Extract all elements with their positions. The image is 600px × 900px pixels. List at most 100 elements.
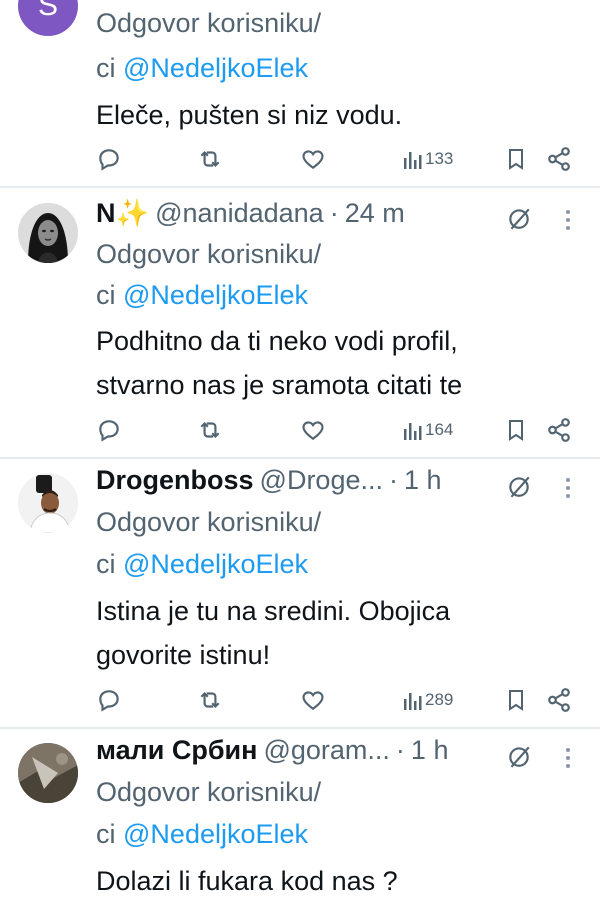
more-icon[interactable] [558, 207, 578, 233]
share-button[interactable] [546, 144, 572, 174]
more-icon[interactable] [558, 475, 578, 501]
heart-icon [302, 150, 324, 169]
reply-icon [99, 420, 119, 442]
bookmark-icon [509, 420, 523, 441]
tweet-2[interactable]: N✨ @nanidadana · 24 m Odgovor korisniku/… [0, 197, 600, 457]
retweet-icon [200, 150, 220, 168]
share-icon [548, 688, 570, 712]
bookmark-icon [509, 690, 523, 711]
views-button[interactable]: 289 [403, 685, 453, 715]
reply-context: Odgovor korisniku/ [96, 8, 322, 38]
like-button[interactable] [300, 144, 326, 174]
heart-icon [302, 421, 324, 440]
reply-context: Odgovor korisniku/ [96, 777, 322, 807]
tweet-text-line: Eleče, pušten si niz vodu. [96, 100, 403, 130]
avatar[interactable] [18, 473, 78, 533]
reply-context-line2: ci @NedeljkoElek [96, 53, 309, 83]
views-count: 289 [425, 690, 454, 709]
divider [0, 727, 600, 729]
mention-link[interactable]: @NedeljkoElek [123, 549, 308, 579]
tweet-3[interactable]: Drogenboss @Droge... · 1 h Odgovor koris… [0, 465, 600, 727]
tweet-text-line: Podhitno da ti neko vodi profil, [96, 326, 458, 356]
reply-button[interactable] [96, 415, 122, 445]
avatar[interactable] [18, 203, 78, 263]
avatar-image [18, 203, 78, 263]
display-name[interactable]: Drogenboss [96, 465, 254, 496]
tweet-actions: 133 [0, 144, 600, 174]
reply-icon [99, 690, 119, 712]
like-button[interactable] [300, 415, 326, 445]
tweet-text: Istina je tu na sredini. Obojica govorit… [96, 589, 450, 677]
share-icon [548, 147, 570, 171]
share-button[interactable] [546, 415, 572, 445]
tweet-text: Eleče, pušten si niz vodu. [96, 93, 402, 137]
separator-dot: · [329, 198, 339, 228]
share-icon [548, 418, 570, 442]
views-icon [404, 693, 422, 710]
grok-icon[interactable] [506, 743, 532, 769]
reply-context-line2: ci @NedeljkoElek [96, 549, 309, 579]
tweet-text-line: govorite istinu! [96, 640, 271, 670]
retweet-icon [200, 691, 220, 709]
reply-context: Odgovor korisniku/ [96, 507, 322, 537]
avatar[interactable] [18, 743, 78, 803]
retweet-button[interactable] [196, 415, 224, 445]
reply-button[interactable] [96, 685, 122, 715]
reply-icon [99, 149, 119, 171]
heart-icon [302, 691, 324, 710]
divider [0, 457, 600, 459]
tweet-text: Podhitno da ti neko vodi profil, stvarno… [96, 319, 462, 407]
tweet-1[interactable]: S Odgovor korisniku/ ci @NedeljkoElek El… [0, 0, 600, 186]
timestamp[interactable]: 1 h [411, 735, 449, 766]
separator-dot: · [395, 735, 405, 765]
tweet-text-line: stvarno nas je sramota citati te [96, 370, 463, 400]
mention-link[interactable]: @NedeljkoElek [123, 280, 308, 310]
bookmark-button[interactable] [504, 685, 528, 715]
like-button[interactable] [300, 685, 326, 715]
reply-context: Odgovor korisniku/ [96, 239, 322, 269]
user-handle[interactable]: @goram... [263, 735, 389, 766]
timestamp[interactable]: 24 m [345, 198, 405, 229]
views-button[interactable]: 133 [403, 144, 453, 174]
display-name[interactable]: N✨ [96, 197, 149, 229]
avatar[interactable]: S [18, 0, 78, 36]
divider [0, 186, 600, 188]
bookmark-icon [509, 149, 523, 170]
timestamp[interactable]: 1 h [404, 465, 442, 496]
share-button[interactable] [546, 685, 572, 715]
tweet-text-line: Dolazi li fukara kod nas ? [96, 866, 398, 896]
retweet-icon [200, 421, 220, 439]
mention-link[interactable]: @NedeljkoElek [123, 53, 308, 83]
separator-dot: · [388, 465, 398, 495]
tweet-actions: 289 [0, 685, 600, 715]
tweet-text: Dolazi li fukara kod nas ? [96, 859, 398, 900]
avatar-letter: S [37, 0, 58, 22]
retweet-button[interactable] [196, 685, 224, 715]
bookmark-button[interactable] [504, 144, 528, 174]
reply-button[interactable] [96, 144, 122, 174]
tweet-header: мали Србин @goram... · 1 h [96, 735, 448, 775]
views-icon [404, 152, 422, 169]
tweet-actions: 164 [0, 415, 600, 445]
bookmark-button[interactable] [504, 415, 528, 445]
reply-context-line2: ci @NedeljkoElek [96, 819, 309, 849]
grok-icon[interactable] [506, 205, 532, 231]
tweet-header: Drogenboss @Droge... · 1 h [96, 465, 442, 505]
avatar-image [18, 743, 78, 803]
views-button[interactable]: 164 [403, 415, 453, 445]
reply-context-line2: ci @NedeljkoElek [96, 280, 309, 310]
views-icon [404, 423, 422, 440]
user-handle[interactable]: @Droge... [260, 465, 383, 496]
tweet-4[interactable]: мали Србин @goram... · 1 h Odgovor koris… [0, 735, 600, 900]
views-count: 133 [425, 149, 454, 168]
avatar-image [18, 473, 78, 533]
views-count: 164 [425, 420, 454, 439]
retweet-button[interactable] [196, 144, 224, 174]
tweet-text-line: Istina je tu na sredini. Obojica [96, 596, 451, 626]
user-handle[interactable]: @nanidadana [155, 198, 324, 229]
grok-icon[interactable] [506, 473, 532, 499]
more-icon[interactable] [558, 745, 578, 771]
mention-link[interactable]: @NedeljkoElek [123, 819, 308, 849]
display-name[interactable]: мали Србин [96, 735, 257, 766]
tweet-header: N✨ @nanidadana · 24 m [96, 197, 405, 237]
